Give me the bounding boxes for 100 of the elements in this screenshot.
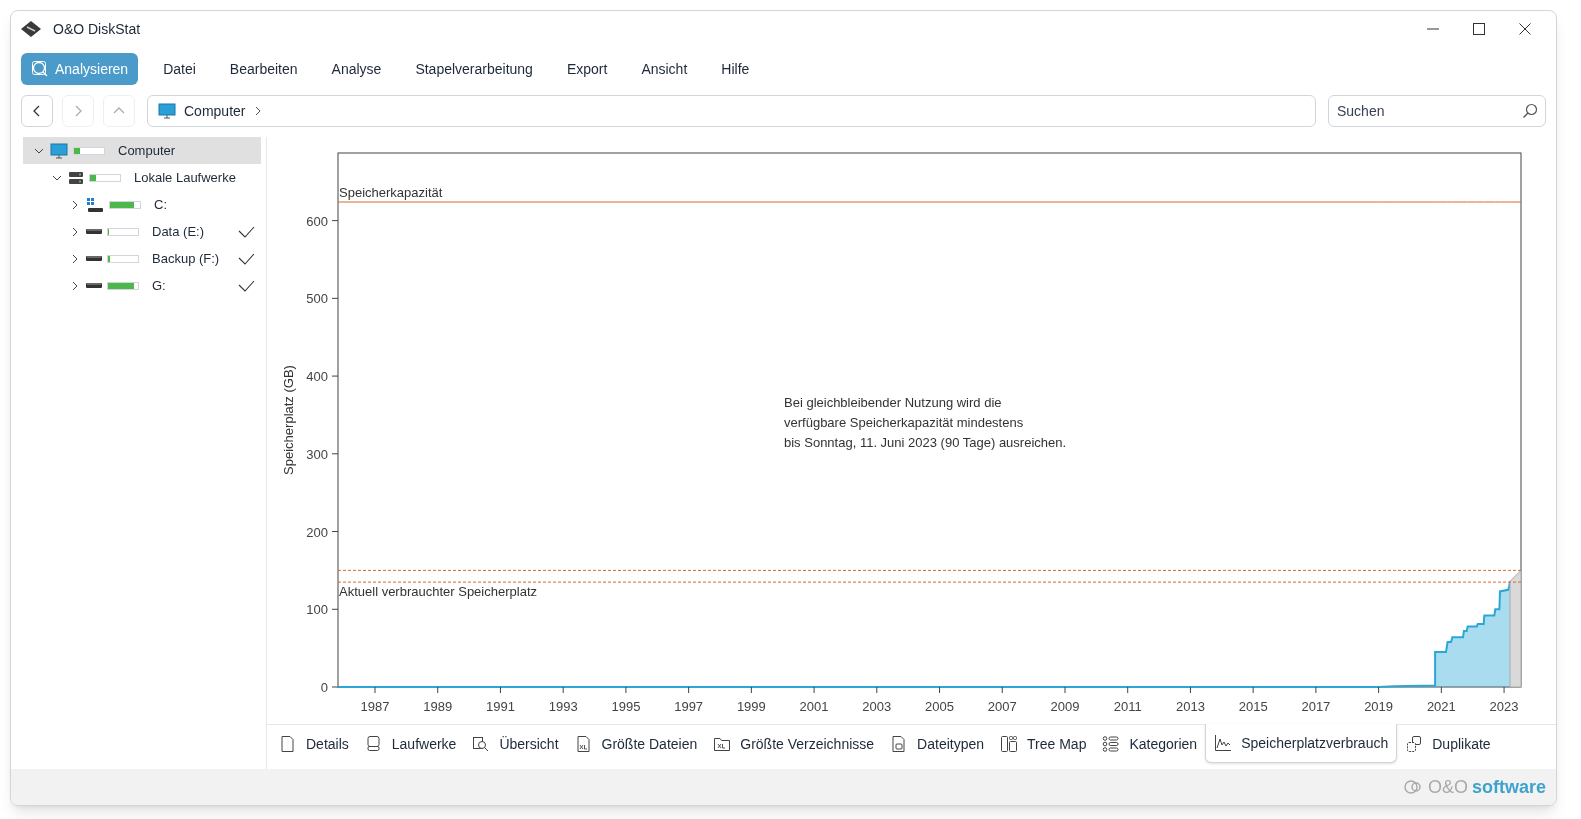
series-label: Aktuell verbrauchter Speicherplatz	[339, 584, 537, 600]
menu-item[interactable]: Export	[551, 53, 623, 85]
menu-item[interactable]: Datei	[148, 53, 211, 85]
y-axis-title: Speicherplatz (GB)	[281, 365, 296, 475]
monitor-icon	[50, 142, 68, 159]
breadcrumb-item[interactable]: Computer	[184, 100, 246, 122]
x-tick	[1189, 686, 1191, 694]
y-tick-label: 400	[306, 369, 328, 385]
menu-item[interactable]: Ansicht	[626, 53, 703, 85]
x-tick-label: 2015	[1238, 699, 1268, 714]
tree-item[interactable]: Computer	[23, 137, 261, 164]
usage-bar	[107, 254, 139, 263]
x-tick-label: 2021	[1426, 699, 1456, 714]
x-tick-label: 2001	[799, 699, 829, 714]
close-button[interactable]	[1519, 23, 1531, 35]
x-tick-label: 2007	[987, 699, 1017, 714]
list-icon	[1102, 735, 1121, 753]
magnifier-icon	[472, 735, 491, 753]
x-tick-label: 1991	[486, 699, 515, 714]
tree-item[interactable]: Data (E:)	[23, 218, 261, 245]
series-label: Speicherkapazität	[339, 184, 443, 200]
x-tick	[688, 686, 690, 694]
view-tab[interactable]: Laufwerke	[356, 725, 465, 763]
product-logo-text: software	[1471, 775, 1546, 799]
tree-item[interactable]: Backup (F:)	[23, 245, 261, 272]
drive-icon	[86, 283, 102, 288]
forecast-message: Bei gleichbleibender Nutzung wird die verfügbare Speicherkapazität mindestens bis Sonntag, 11. Juni 2023 (90 Tage) ausreichen.	[784, 395, 1067, 450]
drive-icon	[86, 229, 102, 234]
view-tab[interactable]: Größte Dateien	[566, 725, 706, 763]
tree-item[interactable]: C:	[23, 191, 261, 218]
view-tab[interactable]: Größte Verzeichnisse	[705, 725, 883, 763]
x-tick	[1001, 686, 1003, 694]
menu-item[interactable]: Bearbeiten	[214, 53, 313, 85]
tree-item[interactable]: Lokale Laufwerke	[23, 164, 261, 191]
server-icon	[68, 169, 84, 186]
view-tab[interactable]: Übersicht	[464, 725, 567, 763]
xl-folder-icon	[713, 735, 732, 753]
drive-icon	[86, 256, 102, 261]
maximize-button[interactable]	[1473, 23, 1485, 35]
menu-item[interactable]: Hilfe	[706, 53, 765, 85]
x-tick	[1064, 686, 1066, 694]
treemap-icon	[1000, 735, 1019, 753]
x-tick-label: 2019	[1364, 699, 1394, 714]
x-tick-label: 1995	[611, 699, 641, 714]
search-icon	[31, 60, 49, 78]
menu-item[interactable]: Stapelverarbeitung	[400, 53, 548, 85]
x-tick	[374, 686, 376, 694]
x-tick-label: 2023	[1489, 699, 1519, 714]
x-tick-label: 2009	[1050, 699, 1080, 714]
x-tick-label: 1989	[423, 699, 453, 714]
x-tick-label: 2013	[1176, 699, 1205, 714]
x-tick-label: 2003	[862, 699, 892, 714]
x-tick	[499, 686, 501, 694]
x-tick	[1378, 686, 1380, 694]
x-tick-label: 1987	[360, 699, 390, 714]
x-tick-label: 2005	[925, 699, 954, 714]
view-tab[interactable]: Kategorien	[1094, 725, 1206, 763]
menu-item[interactable]: Analyse	[316, 53, 397, 85]
search-field[interactable]: Suchen	[1328, 95, 1546, 127]
x-tick	[876, 686, 878, 694]
y-tick-label: 100	[306, 602, 328, 618]
xl-file-icon	[574, 735, 593, 753]
brand-logo-text: O&O	[1427, 775, 1468, 799]
y-tick-label: 600	[306, 213, 328, 229]
usage-bar	[107, 227, 139, 236]
address-bar[interactable]: Computer	[147, 95, 1316, 127]
usage-bar	[109, 200, 141, 209]
view-tab[interactable]: Tree Map	[992, 725, 1095, 763]
x-tick	[750, 686, 752, 694]
view-tab[interactable]: Dateitypen	[882, 725, 993, 763]
x-tick	[1127, 686, 1129, 694]
x-tick-label: 1993	[548, 699, 578, 714]
monitor-icon	[158, 103, 176, 119]
x-tick-label: 2017	[1301, 699, 1331, 714]
x-tick	[939, 686, 941, 694]
x-tick	[1315, 686, 1317, 694]
window-title: O&O DiskStat	[53, 19, 141, 39]
windows-drive-icon	[86, 196, 104, 213]
y-tick-label: 300	[306, 446, 328, 462]
x-tick-label: 1997	[674, 699, 704, 714]
usage-bar	[89, 173, 121, 182]
x-tick	[562, 686, 564, 694]
usage-bar	[73, 146, 105, 155]
view-tab[interactable]: Details	[271, 725, 357, 763]
app-logo-icon	[19, 19, 43, 39]
x-tick	[625, 686, 627, 694]
view-tab[interactable]: Speicherplatzverbrauch	[1205, 724, 1398, 763]
line-chart-icon	[1214, 734, 1233, 752]
x-tick	[1252, 686, 1254, 694]
x-tick-label: 1999	[736, 699, 766, 714]
y-tick-label: 0	[320, 680, 328, 695]
x-tick-label: 2011	[1113, 699, 1142, 714]
x-tick	[437, 686, 439, 694]
y-tick-label: 500	[306, 291, 328, 307]
view-tab[interactable]: Duplikate	[1397, 725, 1499, 763]
drive-icon	[364, 735, 383, 753]
page-icon	[279, 735, 297, 753]
tree-item[interactable]: G:	[23, 272, 261, 299]
usage-bar	[107, 281, 139, 290]
y-tick-label: 200	[306, 524, 328, 540]
